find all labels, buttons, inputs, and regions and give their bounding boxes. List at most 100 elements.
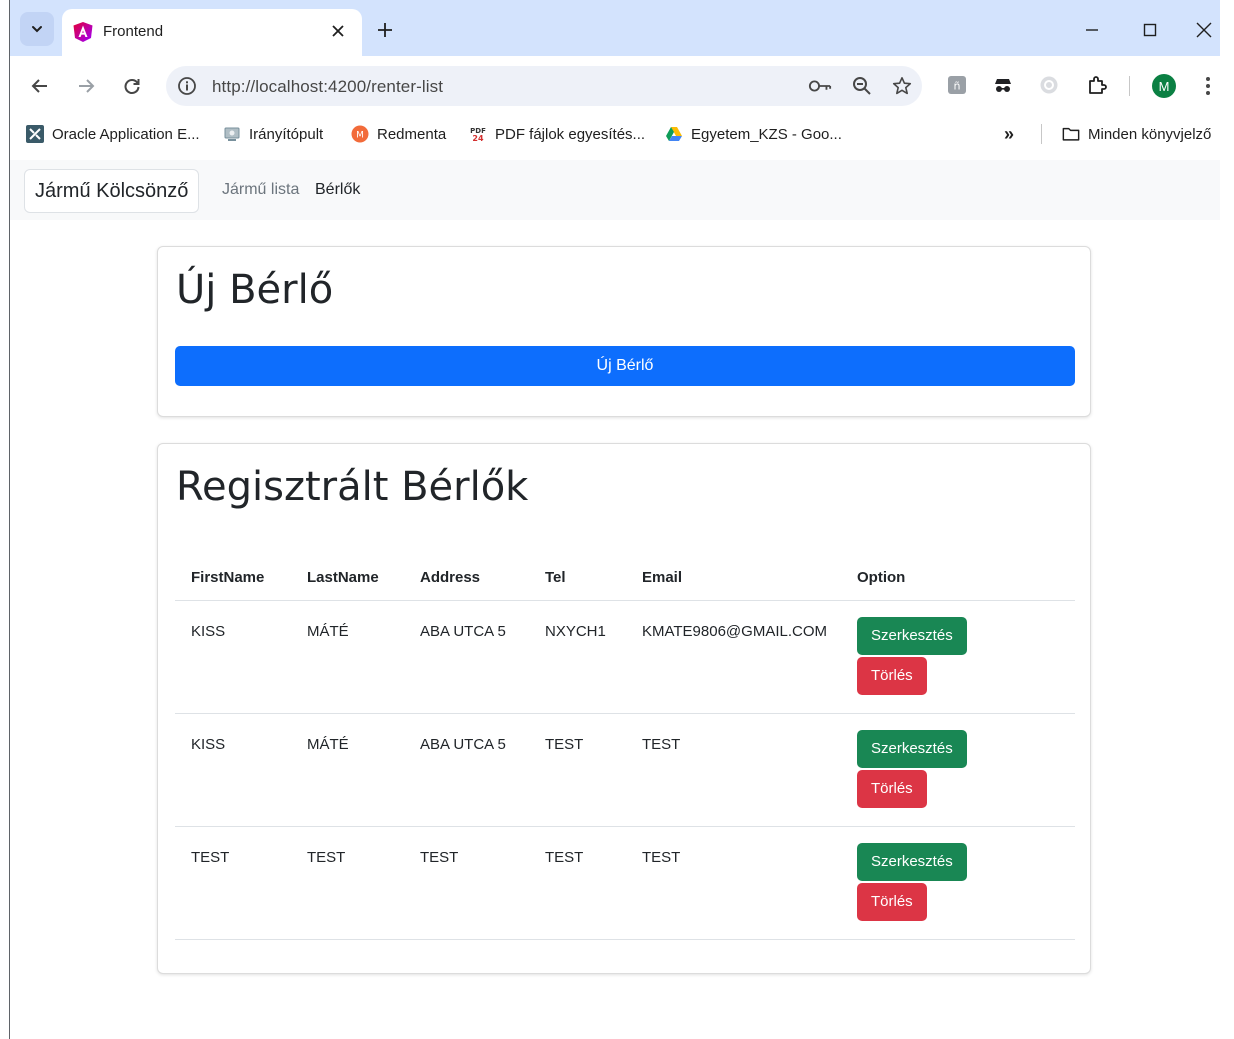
edit-button[interactable]: Szerkesztés — [857, 843, 967, 881]
cell-tel: TEST — [529, 826, 626, 940]
close-icon — [1196, 22, 1212, 38]
table-header-row: FirstName LastName Address Tel Email Opt… — [175, 554, 1075, 601]
cell-email: KMATE9806@GMAIL.COM — [626, 600, 849, 714]
bookmark-iranyitopult[interactable]: Irányítópult — [223, 123, 323, 145]
column-header-lastname: LastName — [291, 554, 404, 601]
column-header-option: Option — [849, 554, 1075, 601]
column-header-address: Address — [404, 554, 529, 601]
arrow-left-icon — [31, 79, 47, 93]
column-header-tel: Tel — [529, 554, 626, 601]
renters-card: Regisztrált Bérlők FirstName LastName Ad… — [157, 443, 1091, 974]
bookmark-oracle[interactable]: Oracle Application E... — [26, 123, 200, 145]
nav-link-renters[interactable]: Bérlők — [315, 181, 360, 199]
chevron-down-icon — [32, 26, 42, 33]
close-window-button[interactable] — [1188, 14, 1220, 46]
minimize-button[interactable] — [1072, 14, 1112, 46]
table-row: TEST TEST TEST TEST TEST Szerkesztés Tör… — [175, 826, 1075, 940]
cell-lastname: MÁTÉ — [291, 713, 404, 827]
arrow-right-icon — [79, 79, 95, 93]
cell-lastname: TEST — [291, 826, 404, 940]
renters-table: FirstName LastName Address Tel Email Opt… — [175, 554, 1075, 940]
cell-tel: NXYCH1 — [529, 600, 626, 714]
svg-text:24: 24 — [472, 134, 484, 143]
url-text: http://localhost:4200/renter-list — [212, 77, 444, 96]
password-key-icon[interactable] — [808, 74, 832, 98]
edit-button[interactable]: Szerkesztés — [857, 730, 967, 768]
address-bar[interactable]: http://localhost:4200/renter-list — [166, 66, 922, 106]
browser-menu-icon[interactable] — [1200, 72, 1216, 100]
oracle-apex-icon — [26, 125, 44, 143]
zoom-icon[interactable] — [850, 74, 874, 98]
bookmark-pdf[interactable]: PDF 24 PDF fájlok egyesítés... — [469, 123, 645, 145]
browser-toolbar: http://localhost:4200/renter-list ñ M — [10, 56, 1220, 112]
bookmarks-divider — [1041, 124, 1042, 144]
tab-frontend[interactable]: Frontend — [62, 9, 362, 56]
new-renter-button[interactable]: Új Bérlő — [175, 346, 1075, 386]
app-navbar: Jármű Kölcsönző Jármű lista Bérlők — [10, 160, 1220, 220]
reload-button[interactable] — [118, 72, 146, 100]
tab-strip: Frontend — [10, 0, 1220, 56]
extension-disabled-icon[interactable] — [1038, 74, 1060, 96]
forward-button[interactable] — [72, 72, 100, 100]
svg-text:M: M — [356, 131, 364, 141]
minimize-icon — [1086, 29, 1098, 31]
column-header-firstname: FirstName — [175, 554, 291, 601]
svg-text:ñ: ñ — [954, 80, 961, 93]
tab-search-button[interactable] — [20, 12, 54, 46]
bookmark-google-drive[interactable]: Egyetem_KZS - Goo... — [665, 123, 842, 145]
cell-address: ABA UTCA 5 — [404, 600, 529, 714]
navbar-brand[interactable]: Jármű Kölcsönző — [24, 169, 200, 213]
edit-button[interactable]: Szerkesztés — [857, 617, 967, 655]
table-row: KISS MÁTÉ ABA UTCA 5 TEST TEST Szerkeszt… — [175, 713, 1075, 827]
all-bookmarks-folder[interactable]: Minden könyvjelző — [1062, 123, 1211, 145]
plus-icon — [378, 23, 392, 37]
profile-initial: M — [1158, 78, 1170, 94]
new-renter-heading: Új Bérlő — [176, 267, 334, 313]
nav-link-vehicle-list[interactable]: Jármű lista — [222, 181, 299, 199]
cell-email: TEST — [626, 826, 849, 940]
folder-icon — [1062, 125, 1080, 143]
cell-email: TEST — [626, 713, 849, 827]
table-row: KISS MÁTÉ ABA UTCA 5 NXYCH1 KMATE9806@GM… — [175, 600, 1075, 714]
maximize-icon — [1143, 23, 1157, 37]
delete-button[interactable]: Törlés — [857, 883, 927, 921]
pdf24-icon: PDF 24 — [469, 125, 487, 143]
cell-firstname: KISS — [175, 600, 291, 714]
redmenta-icon: M — [351, 125, 369, 143]
reload-icon — [124, 79, 140, 94]
cell-lastname: MÁTÉ — [291, 600, 404, 714]
tab-close-icon[interactable] — [326, 19, 350, 43]
cell-options: Szerkesztés Törlés — [849, 713, 1075, 827]
column-header-email: Email — [626, 554, 849, 601]
cell-tel: TEST — [529, 713, 626, 827]
delete-button[interactable]: Törlés — [857, 770, 927, 808]
delete-button[interactable]: Törlés — [857, 657, 927, 695]
bookmark-star-icon[interactable] — [890, 74, 914, 98]
profile-avatar[interactable]: M — [1152, 74, 1176, 98]
desktop-edge — [0, 0, 9, 1039]
extensions-puzzle-icon[interactable] — [1086, 74, 1108, 96]
site-info-icon[interactable] — [176, 75, 198, 97]
renters-heading: Regisztrált Bérlők — [176, 464, 529, 510]
cell-firstname: KISS — [175, 713, 291, 827]
cell-options: Szerkesztés Törlés — [849, 600, 1075, 714]
dashboard-icon — [223, 125, 241, 143]
cell-firstname: TEST — [175, 826, 291, 940]
new-tab-button[interactable] — [372, 18, 398, 44]
bookmark-redmenta[interactable]: M Redmenta — [351, 123, 446, 145]
extension-incognito-icon[interactable] — [992, 74, 1014, 96]
browser-window: Frontend http://localhost:4200/renter-li… — [10, 0, 1220, 1039]
extension-translate-icon[interactable]: ñ — [946, 74, 968, 96]
angular-icon — [73, 22, 93, 42]
bookmarks-overflow-button[interactable]: » — [1004, 123, 1014, 145]
back-button[interactable] — [26, 72, 54, 100]
tab-title: Frontend — [103, 23, 164, 40]
cell-options: Szerkesztés Törlés — [849, 826, 1075, 940]
google-drive-icon — [665, 125, 683, 143]
cell-address: ABA UTCA 5 — [404, 713, 529, 827]
cell-address: TEST — [404, 826, 529, 940]
toolbar-divider — [1129, 76, 1130, 96]
bookmarks-bar: Oracle Application E... Irányítópult M R… — [10, 112, 1220, 154]
new-renter-card: Új Bérlő Új Bérlő — [157, 246, 1091, 417]
maximize-button[interactable] — [1130, 14, 1170, 46]
